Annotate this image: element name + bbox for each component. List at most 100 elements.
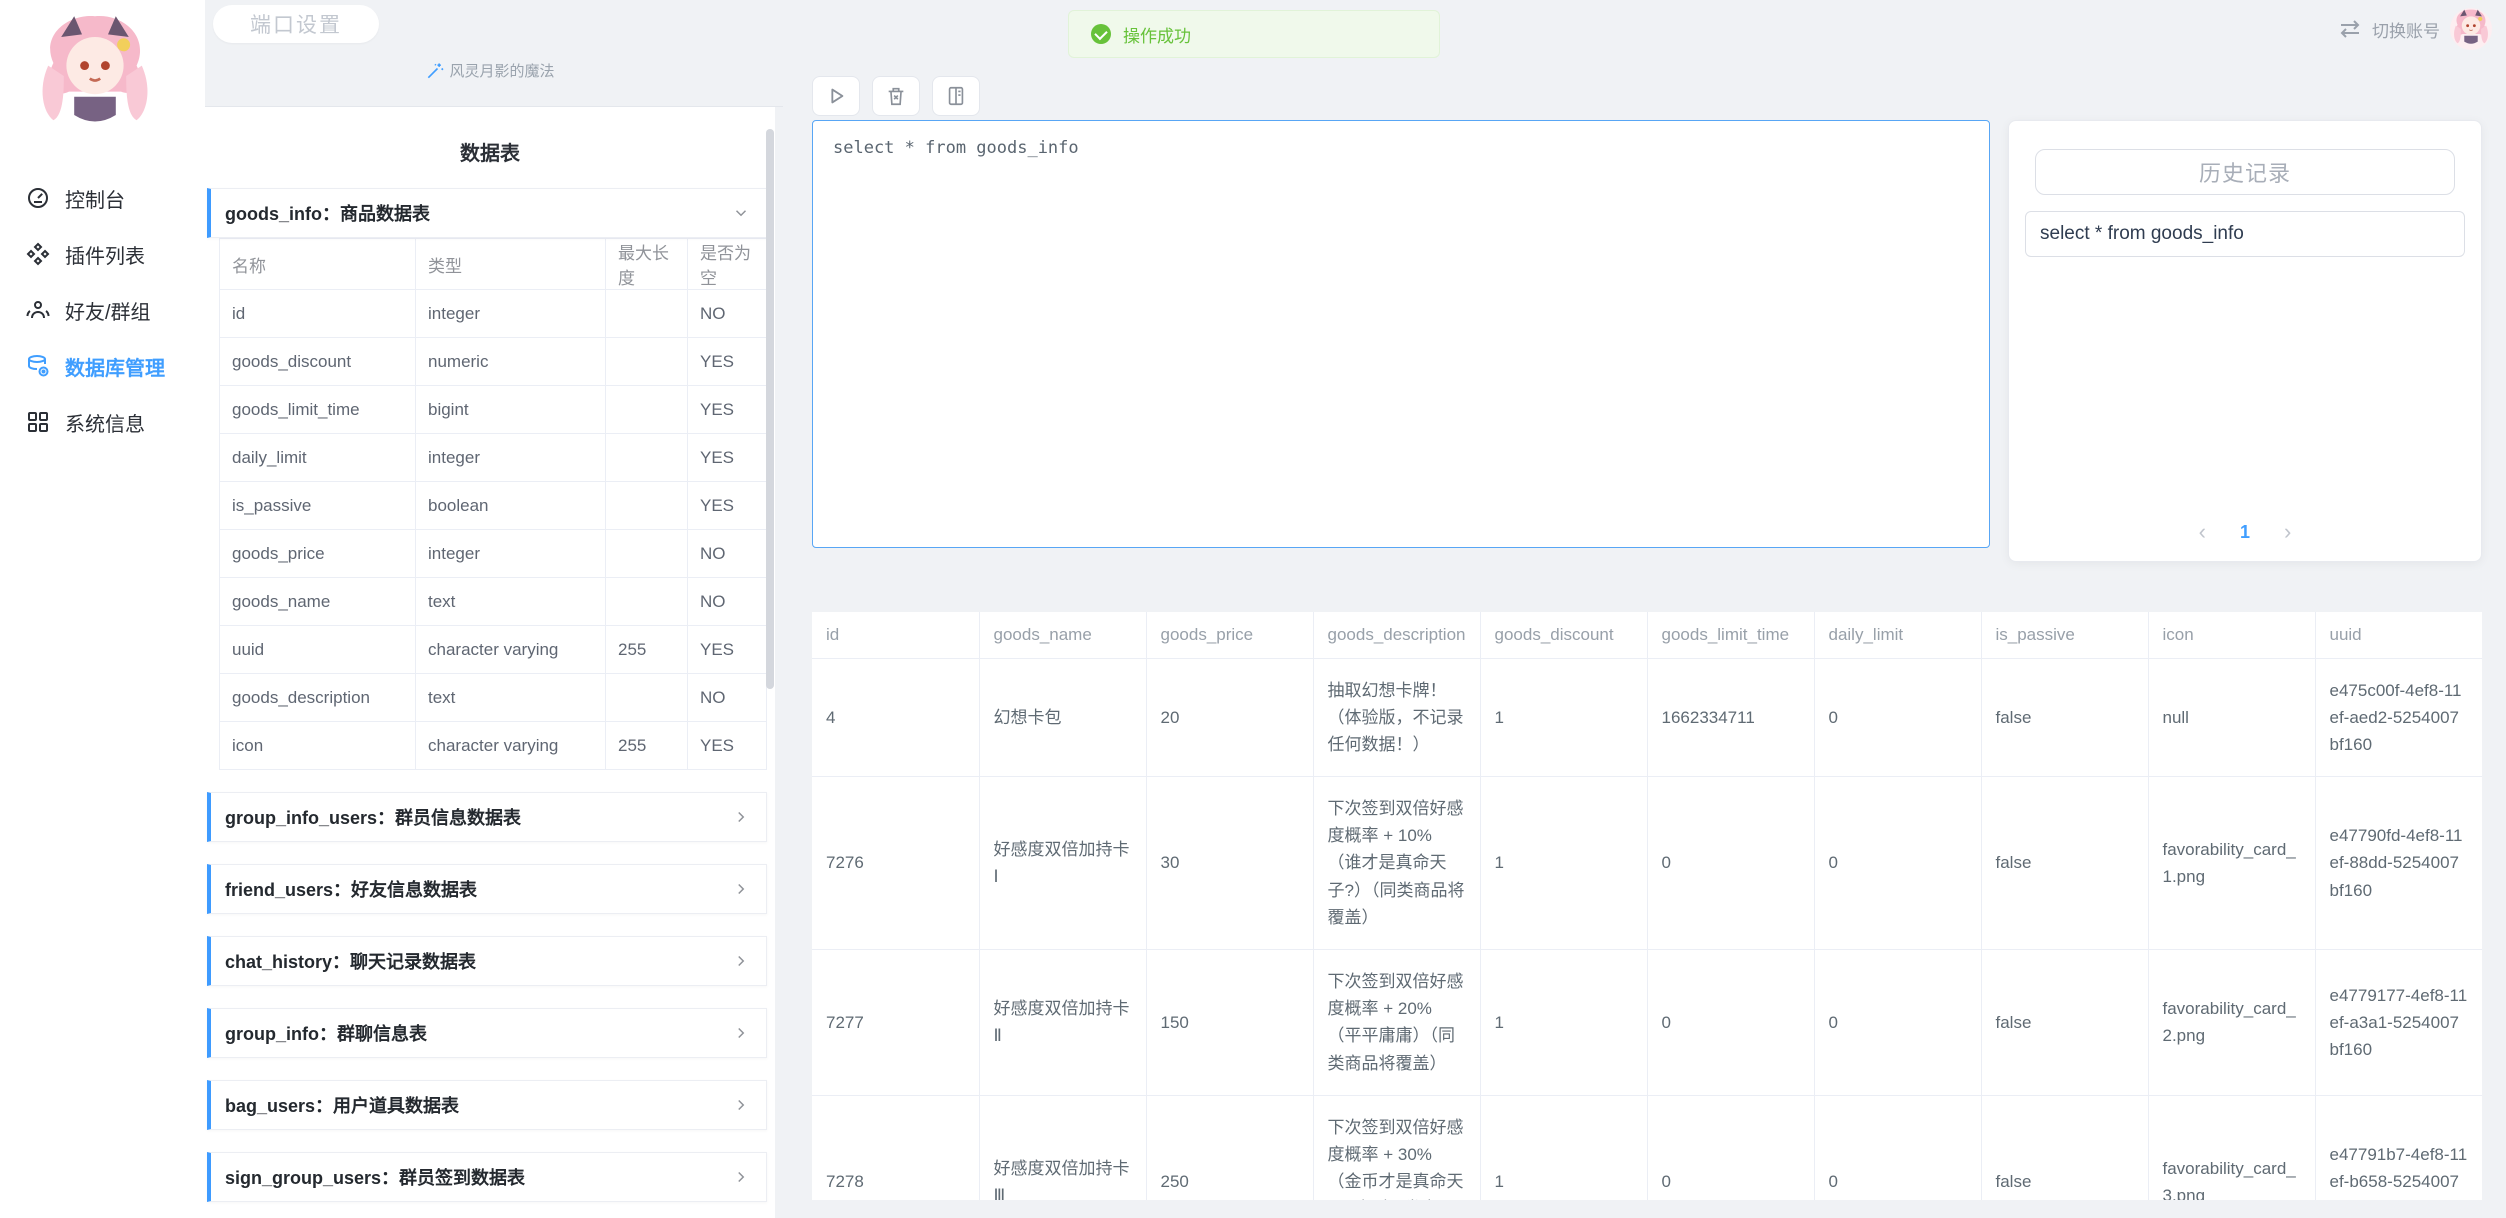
sidebar-menu: 控制台 插件列表 好友/群组 数据库管理 系统信息 xyxy=(0,170,205,450)
cell xyxy=(606,434,688,482)
prev-page-button[interactable]: ‹ xyxy=(2199,521,2206,543)
chevron-right-icon xyxy=(732,808,750,826)
accordion-label: sign_group_users：群员签到数据表 xyxy=(225,1164,525,1190)
cell: YES xyxy=(688,338,767,386)
cell: 0 xyxy=(1814,950,1981,1096)
cell: integer xyxy=(416,290,606,338)
column-header: 是否为空 xyxy=(688,239,767,290)
cell: integer xyxy=(416,530,606,578)
cell: boolean xyxy=(416,482,606,530)
cell: 4 xyxy=(812,658,979,777)
bot-avatar xyxy=(30,6,160,146)
chevron-down-icon xyxy=(732,204,750,222)
cell: 幻想卡包 xyxy=(979,658,1146,777)
cell: icon xyxy=(220,722,416,770)
sidebar-item-console[interactable]: 控制台 xyxy=(0,170,205,226)
column-header: goods_name xyxy=(979,612,1146,658)
column-header: 名称 xyxy=(220,239,416,290)
table-row: 7278好感度双倍加持卡Ⅲ250下次签到双倍好感度概率 + 30%（金币才是真命… xyxy=(812,1095,2482,1200)
accordion-label: friend_users：好友信息数据表 xyxy=(225,876,477,902)
accordion-label: bag_users：用户道具数据表 xyxy=(225,1092,459,1118)
sidebar: 控制台 插件列表 好友/群组 数据库管理 系统信息 xyxy=(0,0,205,1218)
chevron-right-icon xyxy=(732,952,750,970)
column-header: goods_price xyxy=(1146,612,1313,658)
clipboard-icon xyxy=(945,85,967,107)
accordion-label: group_info：群聊信息表 xyxy=(225,1020,427,1046)
cell xyxy=(606,530,688,578)
table-row: daily_limitintegerYES xyxy=(220,434,767,482)
sidebar-item-friends[interactable]: 好友/群组 xyxy=(0,282,205,338)
cell: 抽取幻想卡牌！（体验版，不记录任何数据！） xyxy=(1313,658,1480,777)
accordion-goods-info[interactable]: goods_info：商品数据表 xyxy=(207,188,767,238)
chevron-right-icon xyxy=(732,1168,750,1186)
accordion-chat-history[interactable]: chat_history：聊天记录数据表 xyxy=(207,936,767,986)
column-header: icon xyxy=(2148,612,2315,658)
cell: 7278 xyxy=(812,1095,979,1200)
accordion-sign-group-users[interactable]: sign_group_users：群员签到数据表 xyxy=(207,1152,767,1202)
cell xyxy=(606,674,688,722)
accordion-group-info[interactable]: group_info：群聊信息表 xyxy=(207,1008,767,1058)
cell: e475c00f-4ef8-11ef-aed2-5254007bf160 xyxy=(2315,658,2482,777)
cell: 7276 xyxy=(812,777,979,950)
sidebar-item-database[interactable]: 数据库管理 xyxy=(0,338,205,394)
friends-icon xyxy=(26,298,50,322)
cell: goods_description xyxy=(220,674,416,722)
cell: 1 xyxy=(1480,1095,1647,1200)
plugins-icon xyxy=(26,242,50,266)
cell: 7277 xyxy=(812,950,979,1096)
cell: 下次签到双倍好感度概率 + 30%（金币才是真命天子！）（同类商品将覆盖） xyxy=(1313,1095,1480,1200)
cell: false xyxy=(1981,950,2148,1096)
sidebar-item-plugins[interactable]: 插件列表 xyxy=(0,226,205,282)
cell: YES xyxy=(688,386,767,434)
cell: NO xyxy=(688,290,767,338)
cell: e4779177-4ef8-11ef-a3a1-5254007bf160 xyxy=(2315,950,2482,1096)
history-item[interactable]: select * from goods_info xyxy=(2025,211,2465,257)
query-results: idgoods_namegoods_pricegoods_description… xyxy=(812,612,2482,1200)
cell: 下次签到双倍好感度概率 + 20%（平平庸庸）（同类商品将覆盖） xyxy=(1313,950,1480,1096)
cell: character varying xyxy=(416,626,606,674)
clear-query-button[interactable] xyxy=(872,76,920,116)
panel-scrollbar[interactable] xyxy=(766,129,774,689)
cell xyxy=(606,338,688,386)
table-row: 7276好感度双倍加持卡Ⅰ30下次签到双倍好感度概率 + 10%（谁才是真命天子… xyxy=(812,777,2482,950)
accordion-bag-users[interactable]: bag_users：用户道具数据表 xyxy=(207,1080,767,1130)
chevron-right-icon xyxy=(732,880,750,898)
table-row: goods_priceintegerNO xyxy=(220,530,767,578)
tables-panel-title: 数据表 xyxy=(205,137,775,166)
cell: YES xyxy=(688,482,767,530)
cell: 1 xyxy=(1480,950,1647,1096)
column-header: is_passive xyxy=(1981,612,2148,658)
cell: favorability_card_2.png xyxy=(2148,950,2315,1096)
cell: 255 xyxy=(606,626,688,674)
port-settings-button[interactable]: 端口设置 xyxy=(213,5,379,43)
cell: 1662334711 xyxy=(1647,658,1814,777)
table-row: iconcharacter varying255YES xyxy=(220,722,767,770)
cell: 1 xyxy=(1480,777,1647,950)
cell: daily_limit xyxy=(220,434,416,482)
dashboard-icon xyxy=(26,186,50,210)
account-avatar[interactable] xyxy=(2450,8,2492,50)
paste-query-button[interactable] xyxy=(932,76,980,116)
cell: 0 xyxy=(1814,658,1981,777)
cell: favorability_card_3.png xyxy=(2148,1095,2315,1200)
cell: goods_discount xyxy=(220,338,416,386)
chevron-right-icon xyxy=(732,1096,750,1114)
column-header: uuid xyxy=(2315,612,2482,658)
sidebar-item-system[interactable]: 系统信息 xyxy=(0,394,205,450)
next-page-button[interactable]: › xyxy=(2284,521,2291,543)
cell: NO xyxy=(688,578,767,626)
schema-table: 名称类型最大长度是否为空idintegerNOgoods_discountnum… xyxy=(219,238,767,770)
success-check-icon xyxy=(1091,24,1111,44)
current-page[interactable]: 1 xyxy=(2240,522,2250,543)
run-query-button[interactable] xyxy=(812,76,860,116)
cell: goods_price xyxy=(220,530,416,578)
results-table: idgoods_namegoods_pricegoods_description… xyxy=(812,612,2482,1200)
cell: 0 xyxy=(1647,1095,1814,1200)
column-header: daily_limit xyxy=(1814,612,1981,658)
cell: NO xyxy=(688,674,767,722)
switch-account[interactable]: 切换账号 xyxy=(2338,8,2492,50)
accordion-group-info-users[interactable]: group_info_users：群员信息数据表 xyxy=(207,792,767,842)
cell: 下次签到双倍好感度概率 + 10%（谁才是真命天子?）（同类商品将覆盖） xyxy=(1313,777,1480,950)
sql-editor-input[interactable]: select * from goods_info xyxy=(812,120,1990,548)
accordion-friend-users[interactable]: friend_users：好友信息数据表 xyxy=(207,864,767,914)
